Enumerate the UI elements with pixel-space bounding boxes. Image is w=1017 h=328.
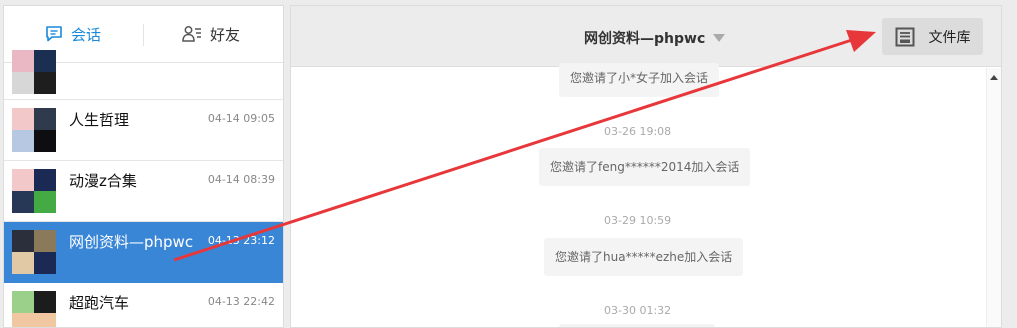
conversation-item[interactable]: 动漫z合集 04-14 08:39 xyxy=(4,161,283,222)
conversation-time: 04-14 09:05 xyxy=(207,112,275,125)
tab-divider xyxy=(143,24,144,46)
avatar-tile xyxy=(12,230,34,252)
avatar-tile xyxy=(34,50,56,72)
group-avatar xyxy=(12,108,56,152)
conversation-panel: 会话 好友 人生哲理 04-14 09:05 动漫z合集 04-14 08:39… xyxy=(3,5,284,328)
chat-icon xyxy=(45,25,63,43)
chat-header: 网创资料—phpwc 文件库 xyxy=(291,6,1001,67)
caret-down-icon xyxy=(713,34,726,42)
avatar-tile xyxy=(34,169,56,191)
avatar-tile xyxy=(12,291,34,313)
tab-friends-label: 好友 xyxy=(209,25,240,44)
avatar-tile xyxy=(34,291,56,313)
message-timestamp: 03-30 01:32 xyxy=(604,304,672,317)
conversation-list: 人生哲理 04-14 09:05 动漫z合集 04-14 08:39 网创资料—… xyxy=(4,50,283,327)
conversation-time: 04-13 23:12 xyxy=(207,234,275,247)
tab-conversations-label: 会话 xyxy=(70,25,101,44)
conversation-name: 动漫z合集 xyxy=(69,172,137,190)
system-message-partial xyxy=(559,324,715,327)
friends-icon xyxy=(182,25,202,43)
chat-title: 网创资料—phpwc xyxy=(584,31,706,47)
conversation-name: 超跑汽车 xyxy=(69,294,130,312)
conversation-item[interactable]: 人生哲理 04-14 09:05 xyxy=(4,100,283,161)
conversation-time: 04-13 22:42 xyxy=(207,295,275,308)
group-avatar xyxy=(12,230,56,274)
app-window: 会话 好友 人生哲理 04-14 09:05 动漫z合集 04-14 08:39… xyxy=(0,0,1017,328)
message-timestamp: 03-26 19:08 xyxy=(604,125,672,138)
avatar-tile xyxy=(34,130,56,152)
avatar-tile xyxy=(34,72,56,94)
avatar-tile xyxy=(12,108,34,130)
avatar-tile xyxy=(12,130,34,152)
group-avatar xyxy=(12,169,56,213)
conversation-item[interactable]: 超跑汽车 04-13 22:42 xyxy=(4,283,283,327)
avatar-tile xyxy=(34,252,56,274)
avatar-tile xyxy=(12,50,34,72)
group-avatar xyxy=(12,50,56,94)
avatar-tile xyxy=(12,252,34,274)
scroll-up-arrow-icon[interactable] xyxy=(990,75,998,80)
chat-title-dropdown[interactable]: 网创资料—phpwc xyxy=(584,28,726,48)
file-library-icon xyxy=(895,27,915,47)
group-avatar xyxy=(12,291,56,327)
system-message: 您邀请了hua*****ezhe加入会话 xyxy=(544,238,744,276)
avatar-tile xyxy=(12,313,34,327)
scrollbar[interactable] xyxy=(986,68,1001,327)
file-library-button[interactable]: 文件库 xyxy=(882,18,983,55)
avatar-tile xyxy=(34,230,56,252)
conversation-item[interactable] xyxy=(4,50,283,100)
system-message: 您邀请了小*女子加入会话 xyxy=(559,63,720,97)
conversation-name: 网创资料—phpwc xyxy=(69,233,194,251)
avatar-tile xyxy=(12,191,34,213)
tab-friends[interactable]: 好友 xyxy=(142,6,280,63)
conversation-name: 人生哲理 xyxy=(69,111,130,129)
avatar-tile xyxy=(12,72,34,94)
avatar-tile xyxy=(12,169,34,191)
conversation-item-selected[interactable]: 网创资料—phpwc 04-13 23:12 xyxy=(4,222,283,283)
avatar-tile xyxy=(34,191,56,213)
message-timestamp: 03-29 10:59 xyxy=(604,214,672,227)
file-library-label: 文件库 xyxy=(928,29,971,46)
avatar-tile xyxy=(34,108,56,130)
system-message: 您邀请了feng******2014加入会话 xyxy=(539,148,751,186)
chat-panel: 网创资料—phpwc 文件库 您邀请了小*女子加入会话 03-26 19:08 … xyxy=(290,5,1002,328)
conversation-time: 04-14 08:39 xyxy=(207,173,275,186)
message-area: 您邀请了小*女子加入会话 03-26 19:08 您邀请了feng******2… xyxy=(291,63,988,327)
avatar-tile xyxy=(34,313,56,327)
